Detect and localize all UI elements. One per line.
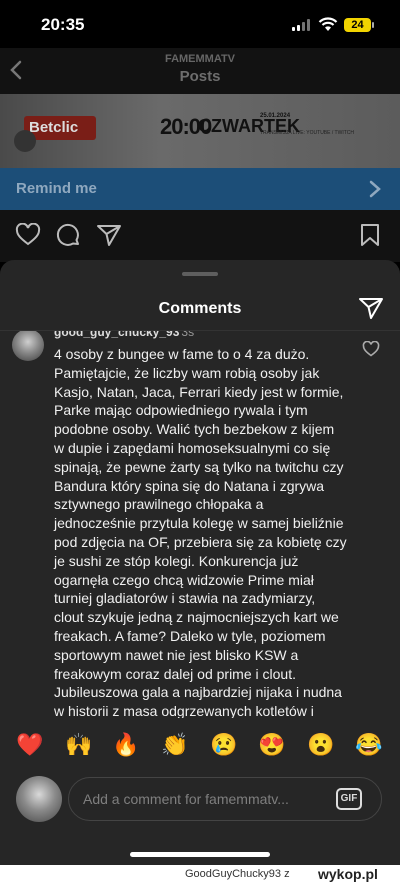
comment-username[interactable]: good_guy_chucky_93	[54, 331, 179, 339]
banner-small-text: TRANSMISJA LIVE: YOUTUBE / TWITCH	[260, 130, 354, 136]
page-title: Posts	[179, 68, 221, 85]
battery-icon: 24	[344, 18, 371, 32]
emoji-reaction-bar: ❤️ 🙌 🔥 👏 😢 😍 😮 😂	[0, 718, 400, 772]
status-bar: 20:35 24	[0, 0, 400, 48]
battery-tip	[372, 22, 374, 28]
sheet-drag-handle[interactable]	[182, 272, 218, 276]
banner-date: 25.01.2024	[260, 113, 291, 119]
post-header-username: FAMEMMATV	[164, 53, 236, 65]
avatar[interactable]	[12, 331, 44, 361]
emoji-laughing-tears[interactable]: 😂	[354, 732, 384, 758]
chevron-right-icon	[369, 180, 381, 198]
share-icon[interactable]	[359, 297, 383, 319]
post-action-row	[0, 210, 400, 262]
gif-button[interactable]: GIF	[336, 788, 362, 810]
emoji-heart[interactable]: ❤️	[15, 732, 45, 758]
remind-me-bar[interactable]: Remind me	[0, 168, 400, 210]
bookmark-icon[interactable]	[360, 223, 380, 247]
camera-icon	[14, 130, 36, 152]
comment-composer: GIF	[0, 772, 400, 832]
comment-timestamp: 3s	[181, 331, 195, 339]
watermark-user: GoodGuyChucky93 z	[185, 868, 290, 880]
current-user-avatar	[16, 776, 62, 822]
comments-title: Comments	[158, 300, 242, 317]
home-indicator[interactable]	[130, 852, 270, 857]
comment-list[interactable]: good_guy_chucky_93 3s 4 osoby z bungee w …	[0, 331, 400, 718]
watermark-bar: GoodGuyChucky93 z wykop.pl	[0, 865, 400, 885]
wifi-icon	[318, 17, 338, 31]
watermark-site-logo: wykop.pl	[318, 866, 378, 882]
remind-me-label: Remind me	[16, 180, 97, 197]
emoji-fire[interactable]: 🔥	[111, 732, 141, 758]
status-time: 20:35	[41, 15, 85, 34]
emoji-heart-eyes[interactable]: 😍	[257, 732, 287, 758]
emoji-crying-face[interactable]: 😢	[209, 732, 239, 758]
comment-like-icon[interactable]	[362, 341, 380, 357]
comment-text: 4 osoby z bungee w fame to o 4 za dużo. …	[54, 346, 347, 718]
post-header: FAMEMMATV Posts	[0, 48, 400, 94]
like-heart-icon[interactable]	[15, 223, 41, 247]
comments-sheet: Comments good_guy_chucky_93 3s 4 osoby z …	[0, 260, 400, 885]
emoji-surprised-face[interactable]: 😮	[306, 732, 336, 758]
comment-username-line: good_guy_chucky_93 3s	[54, 331, 194, 339]
post-image[interactable]: Betclic 20:00 CZWARTEK 25.01.2024 TRANSM…	[0, 94, 400, 168]
comment-bubble-icon[interactable]	[56, 223, 82, 249]
emoji-clapping-hands[interactable]: 👏	[160, 732, 190, 758]
emoji-raised-hands[interactable]: 🙌	[64, 732, 94, 758]
cellular-signal-icon	[292, 19, 312, 31]
share-send-icon[interactable]	[96, 223, 122, 247]
comment-input[interactable]	[68, 777, 382, 821]
